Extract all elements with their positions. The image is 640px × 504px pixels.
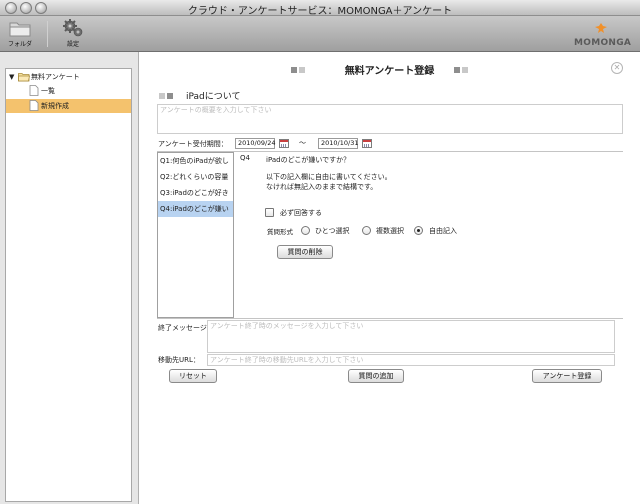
register-survey-button[interactable]: アンケート登録 (532, 369, 602, 383)
sidebar-root-folder[interactable]: ▼ 無料アンケート (6, 70, 131, 84)
question-number: Q4 (240, 154, 250, 162)
close-icon[interactable]: ✕ (611, 62, 623, 74)
folder-open-icon (18, 73, 30, 82)
format-label-multiple: 複数選択 (376, 227, 404, 235)
question-list-item[interactable]: Q1:何色のiPadが欲し (158, 153, 233, 169)
date-separator: 〜 (299, 139, 306, 147)
sidebar-item-list[interactable]: 一覧 (6, 84, 131, 98)
overview-textarea[interactable]: アンケートの概要を入力して下さい (157, 104, 623, 134)
question-list-item[interactable]: Q3:iPadのどこが好き (158, 185, 233, 201)
sidebar-item-label: 新規作成 (41, 102, 69, 110)
page-title: 無料アンケート登録 (344, 66, 435, 77)
survey-title[interactable]: iPadについて (186, 89, 240, 102)
calendar-icon[interactable] (279, 139, 289, 148)
heading-decoration-right (454, 66, 468, 73)
format-label-single: ひとつ選択 (315, 227, 350, 235)
format-radio-multiple[interactable] (362, 226, 371, 235)
question-instruction-line1: 以下の記入欄に自由に書いてください。 (266, 173, 392, 181)
folder-icon (9, 22, 31, 37)
add-question-button[interactable]: 質問の追加 (348, 369, 404, 383)
sidebar: ▼ 無料アンケート 一覧 新規作成 (5, 68, 132, 502)
format-label-free: 自由記入 (429, 227, 457, 235)
gear-icon (63, 19, 83, 37)
format-radio-free[interactable] (414, 226, 423, 235)
reset-button[interactable]: リセット (169, 369, 217, 383)
end-message-textarea[interactable]: アンケート終了時のメッセージを入力して下さい (207, 320, 615, 353)
question-instruction-line2: なければ無記入のままで結構です。 (266, 183, 378, 191)
question-area-bottom-border (157, 318, 623, 319)
folder-button[interactable]: フォルダ (5, 18, 35, 48)
end-date-field[interactable]: 2010/10/31 (318, 138, 358, 149)
title-decoration (159, 92, 173, 99)
document-icon (29, 100, 39, 111)
question-list-item[interactable]: Q2:どれくらいの容量 (158, 169, 233, 185)
momonga-logo: MOMONGA (574, 22, 632, 48)
folder-label: フォルダ (7, 41, 32, 48)
sidebar-root-label: 無料アンケート (31, 73, 80, 81)
question-text[interactable]: iPadのどこが嫌いですか？ (266, 155, 350, 165)
end-message-label: 終了メッセージ (158, 324, 207, 332)
required-label: 必ず回答する (280, 209, 322, 217)
redirect-url-label: 移動先URL： (158, 356, 200, 364)
main-panel: 無料アンケート登録 ✕ iPadについて アンケートの概要を入力して下さい アン… (138, 52, 640, 504)
window-titlebar: クラウド・アンケートサービス：MOMONGA＋アンケート (0, 0, 640, 17)
question-list-item-selected[interactable]: Q4:iPadのどこが嫌い (158, 201, 233, 217)
sidebar-item-new[interactable]: 新規作成 (6, 99, 131, 113)
sidebar-item-label: 一覧 (41, 87, 55, 95)
settings-button[interactable]: 設定 (58, 18, 88, 48)
logo-text: MOMONGA (574, 38, 632, 48)
settings-label: 設定 (66, 41, 79, 48)
window-title: クラウド・アンケートサービス：MOMONGA＋アンケート (187, 6, 453, 17)
required-checkbox[interactable] (265, 208, 274, 217)
format-label: 質問形式 (267, 228, 293, 236)
question-list: Q1:何色のiPadが欲し Q2:どれくらいの容量 Q3:iPadのどこが好き … (157, 152, 234, 318)
calendar-icon[interactable] (362, 139, 372, 148)
toolbar-divider (47, 21, 48, 47)
start-date-field[interactable]: 2010/09/24 (235, 138, 275, 149)
disclosure-triangle-icon[interactable]: ▼ (9, 70, 14, 84)
redirect-url-field[interactable]: アンケート終了時の移動先URLを入力して下さい (207, 354, 615, 366)
delete-question-button[interactable]: 質問の削除 (277, 245, 333, 259)
toolbar: フォルダ 設定 MOMONGA (0, 16, 640, 52)
document-icon (29, 85, 39, 96)
format-radio-single[interactable] (301, 226, 310, 235)
period-label: アンケート受付期間： (158, 140, 228, 148)
flying-squirrel-icon (595, 23, 607, 33)
